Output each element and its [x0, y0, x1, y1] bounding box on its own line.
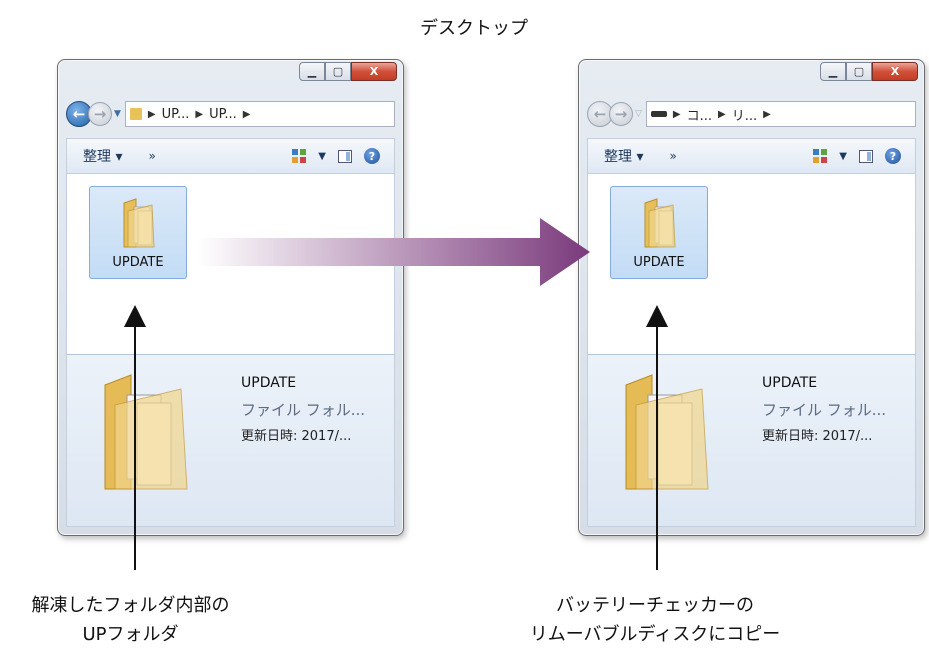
destination-caption-line1: バッテリーチェッカーの [556, 595, 754, 616]
folder-item-update[interactable]: UPDATE [89, 186, 187, 279]
folder-icon [644, 198, 676, 248]
close-icon: X [369, 65, 379, 78]
removable-drive-icon [650, 111, 667, 117]
title-bar[interactable]: ▁ ▢ X [58, 60, 403, 94]
title-bar[interactable]: ▁ ▢ X [579, 60, 924, 94]
file-list: UPDATE [587, 174, 916, 354]
forward-button[interactable]: → [88, 102, 112, 126]
folder-large-icon [104, 374, 188, 490]
details-modified: 更新日時: 2017/... [762, 429, 873, 444]
back-arrow-icon: ← [72, 105, 86, 123]
window-controls: ▁ ▢ X [299, 62, 397, 81]
address-area: ← → ▼ ▶ UP... ▶ UP... ▶ [66, 96, 395, 132]
folder-item-update[interactable]: UPDATE [610, 186, 708, 279]
address-bar[interactable]: ▶ UP... ▶ UP... ▶ [124, 101, 395, 127]
chevron-right-icon[interactable]: ▶ [763, 109, 771, 120]
minimize-button[interactable]: ▁ [820, 62, 846, 81]
destination-caption-line2: リムーバブルディスクにコピー [529, 624, 781, 645]
details-type: ファイル フォル... [762, 401, 887, 419]
folder-icon [123, 198, 155, 248]
command-bar: 整理 ▾ » ▼ ? [66, 138, 395, 174]
organize-menu[interactable]: 整理 ▾ [83, 146, 122, 166]
details-name: UPDATE [762, 375, 818, 391]
forward-arrow-icon: → [614, 105, 628, 123]
view-dropdown-icon[interactable]: ▼ [318, 151, 326, 162]
close-icon: X [890, 65, 900, 78]
folder-icon [129, 108, 142, 120]
command-bar: 整理 ▾ » ▼ ? [587, 138, 916, 174]
view-controls: ▼ ? [292, 148, 380, 164]
details-name: UPDATE [241, 375, 297, 391]
maximize-button[interactable]: ▢ [325, 62, 351, 81]
minimize-icon: ▁ [307, 65, 317, 78]
chevron-right-icon[interactable]: ▶ [718, 109, 726, 120]
chevron-right-icon[interactable]: ▶ [148, 109, 156, 120]
more-commands-button[interactable]: » [148, 149, 155, 163]
close-button[interactable]: X [872, 62, 918, 81]
view-controls: ▼ ? [813, 148, 901, 164]
back-arrow-icon: ← [593, 105, 607, 123]
folder-item-label: UPDATE [633, 255, 685, 270]
details-modified: 更新日時: 2017/... [241, 429, 352, 444]
preview-pane-icon[interactable] [338, 149, 352, 163]
chevron-right-icon[interactable]: ▶ [673, 109, 681, 120]
close-button[interactable]: X [351, 62, 397, 81]
breadcrumb-item[interactable]: リ... [732, 105, 757, 124]
address-area: ← → ▽ ▶ コ... ▶ リ... ▶ [587, 96, 916, 132]
details-pane: UPDATE ファイル フォル... 更新日時: 2017/... [66, 354, 395, 527]
preview-pane-icon[interactable] [859, 149, 873, 163]
source-caption-line1: 解凍したフォルダ内部の [31, 595, 230, 616]
recent-pages-dropdown-icon[interactable]: ▽ [635, 109, 642, 119]
maximize-button[interactable]: ▢ [846, 62, 872, 81]
breadcrumb-item[interactable]: UP... [209, 107, 237, 122]
minimize-icon: ▁ [828, 65, 838, 78]
file-list: UPDATE [66, 174, 395, 354]
chevron-right-icon[interactable]: ▶ [243, 109, 251, 120]
change-view-icon[interactable] [292, 149, 307, 163]
breadcrumb-item[interactable]: コ... [687, 105, 712, 124]
window-controls: ▁ ▢ X [820, 62, 918, 81]
details-pane: UPDATE ファイル フォル... 更新日時: 2017/... [587, 354, 916, 527]
maximize-icon: ▢ [332, 65, 344, 78]
desktop-caption: デスクトップ [420, 18, 528, 39]
explorer-window-source: ▁ ▢ X ← → ▼ ▶ UP... ▶ UP... ▶ 整理 ▾ » ▼ ? [57, 59, 404, 536]
organize-menu[interactable]: 整理 ▾ [604, 146, 643, 166]
help-icon[interactable]: ? [364, 148, 380, 164]
forward-button[interactable]: → [609, 102, 633, 126]
address-bar[interactable]: ▶ コ... ▶ リ... ▶ [645, 101, 916, 127]
maximize-icon: ▢ [853, 65, 865, 78]
minimize-button[interactable]: ▁ [299, 62, 325, 81]
recent-pages-dropdown-icon[interactable]: ▼ [114, 109, 121, 119]
view-dropdown-icon[interactable]: ▼ [839, 151, 847, 162]
more-commands-button[interactable]: » [669, 149, 676, 163]
folder-item-label: UPDATE [112, 255, 164, 270]
breadcrumb-item[interactable]: UP... [162, 107, 190, 122]
change-view-icon[interactable] [813, 149, 828, 163]
source-caption-line2: UPフォルダ [82, 624, 179, 645]
folder-large-icon [625, 374, 709, 490]
chevron-right-icon[interactable]: ▶ [195, 109, 203, 120]
explorer-window-destination: ▁ ▢ X ← → ▽ ▶ コ... ▶ リ... ▶ 整理 ▾ » ▼ ? U… [578, 59, 925, 536]
help-icon[interactable]: ? [885, 148, 901, 164]
forward-arrow-icon: → [93, 105, 107, 123]
details-type: ファイル フォル... [241, 401, 366, 419]
